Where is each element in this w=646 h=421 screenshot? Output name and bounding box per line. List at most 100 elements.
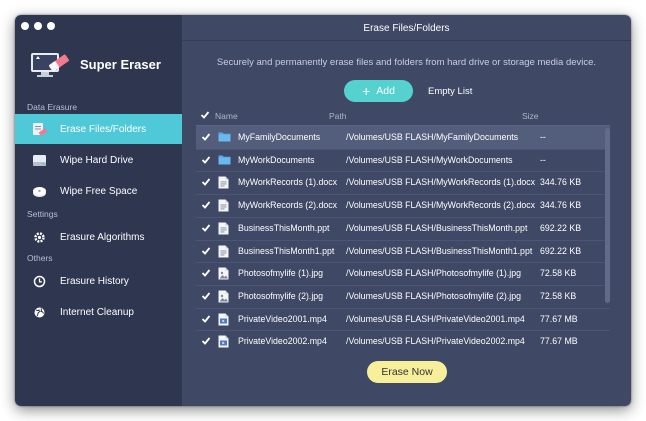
row-checkbox[interactable] xyxy=(201,336,211,346)
add-button[interactable]: + Add xyxy=(344,80,413,102)
window-controls xyxy=(21,22,55,30)
section-label-others: Others xyxy=(27,253,53,263)
file-path: /Volumes/USB FLASH/MyFamilyDocuments xyxy=(346,132,519,142)
row-checkbox[interactable] xyxy=(201,200,211,210)
sidebar-item-internet-cleanup[interactable]: Internet Cleanup xyxy=(15,297,182,327)
row-checkbox[interactable] xyxy=(201,246,211,256)
row-checkbox[interactable] xyxy=(201,223,211,233)
file-size: -- xyxy=(540,154,546,165)
super-eraser-logo-icon xyxy=(31,53,69,77)
row-divider xyxy=(196,148,610,150)
column-header-name[interactable]: Name xyxy=(215,111,238,121)
table-row[interactable]: MyWorkRecords (1).docx/Volumes/USB FLASH… xyxy=(196,171,610,194)
sidebar: Super Eraser Data Erasure Erase Files/Fo… xyxy=(15,15,182,406)
select-all-checkbox[interactable] xyxy=(200,110,210,122)
row-checkbox[interactable] xyxy=(201,291,211,301)
table-row[interactable]: BusinessThisMonth.ppt/Volumes/USB FLASH/… xyxy=(196,217,610,240)
main-panel: Erase Files/Folders Securely and permane… xyxy=(182,15,631,406)
erase-now-button[interactable]: Erase Now xyxy=(367,361,447,383)
row-divider xyxy=(196,307,610,309)
file-path: /Volumes/USB FLASH/MyWorkDocuments xyxy=(346,154,513,165)
file-table-header: Name Path Size xyxy=(200,111,610,125)
row-checkbox[interactable] xyxy=(201,155,211,165)
document-icon xyxy=(218,199,231,212)
sidebar-item-label: Wipe Hard Drive xyxy=(60,154,134,166)
table-row[interactable]: MyWorkRecords (2).docx/Volumes/USB FLASH… xyxy=(196,194,610,217)
table-row[interactable]: Photosofmylife (2).jpg/Volumes/USB FLASH… xyxy=(196,285,610,308)
file-name: MyWorkRecords (2).docx xyxy=(238,200,338,211)
document-icon xyxy=(218,245,231,258)
file-size: 692.22 KB xyxy=(540,222,582,233)
video-file-icon xyxy=(218,313,231,326)
file-name: PrivateVideo2001.mp4 xyxy=(238,313,327,324)
file-path: /Volumes/USB FLASH/BusinessThisMonth1.pp… xyxy=(346,245,533,256)
row-divider xyxy=(196,284,610,286)
sidebar-item-erasure-history[interactable]: Erasure History xyxy=(15,266,182,296)
row-checkbox[interactable] xyxy=(201,132,211,142)
section-label-data-erasure: Data Erasure xyxy=(27,102,78,112)
file-size: 692.22 KB xyxy=(540,245,582,256)
file-path: /Volumes/USB FLASH/BusinessThisMonth.ppt xyxy=(346,222,528,233)
table-row[interactable]: PrivateVideo2001.mp4/Volumes/USB FLASH/P… xyxy=(196,308,610,331)
file-path: /Volumes/USB FLASH/MyWorkRecords (1).doc… xyxy=(346,177,536,188)
row-checkbox[interactable] xyxy=(201,177,211,187)
gear-icon xyxy=(31,229,47,245)
sidebar-item-label: Erase Files/Folders xyxy=(60,123,147,135)
row-divider xyxy=(196,239,610,241)
page-subtitle: Securely and permanently erase files and… xyxy=(216,57,597,68)
file-name: Photosofmylife (2).jpg xyxy=(238,290,324,301)
file-size: 72.58 KB xyxy=(540,290,577,301)
row-divider xyxy=(196,194,610,196)
close-window-button[interactable] xyxy=(21,22,29,30)
file-size: 77.67 MB xyxy=(540,336,578,347)
app-name: Super Eraser xyxy=(80,56,161,72)
file-path: /Volumes/USB FLASH/Photosofmylife (2).jp… xyxy=(346,290,522,301)
file-size: 72.58 KB xyxy=(540,268,577,279)
table-row[interactable]: PrivateVideo2002.mp4/Volumes/USB FLASH/P… xyxy=(196,330,610,353)
file-size: 77.67 MB xyxy=(540,313,578,324)
file-name: PrivateVideo2002.mp4 xyxy=(238,336,327,347)
globe-icon xyxy=(31,304,47,320)
folder-icon xyxy=(218,131,231,144)
add-button-label: Add xyxy=(376,85,395,97)
sidebar-item-wipe-hard-drive[interactable]: Wipe Hard Drive xyxy=(15,145,182,175)
page-title: Erase Files/Folders xyxy=(363,23,450,34)
row-checkbox[interactable] xyxy=(201,268,211,278)
row-checkbox[interactable] xyxy=(201,314,211,324)
hard-drive-icon xyxy=(31,152,47,168)
plus-icon: + xyxy=(362,83,371,99)
file-size: 344.76 KB xyxy=(540,177,582,188)
column-header-size[interactable]: Size xyxy=(522,111,539,121)
minimize-window-button[interactable] xyxy=(34,22,42,30)
sidebar-item-label: Internet Cleanup xyxy=(60,306,134,318)
file-path: /Volumes/USB FLASH/PrivateVideo2002.mp4 xyxy=(346,336,525,347)
document-icon xyxy=(218,176,231,189)
zoom-window-button[interactable] xyxy=(47,22,55,30)
free-space-icon xyxy=(31,183,47,199)
sidebar-item-label: Erasure History xyxy=(60,275,129,287)
image-file-icon xyxy=(218,290,231,303)
file-path: /Volumes/USB FLASH/PrivateVideo2001.mp4 xyxy=(346,313,525,324)
section-label-settings: Settings xyxy=(27,209,58,219)
erase-files-icon xyxy=(31,121,47,137)
file-size: -- xyxy=(540,132,546,142)
table-row[interactable]: BusinessThisMonth1.ppt/Volumes/USB FLASH… xyxy=(196,240,610,263)
empty-list-button[interactable]: Empty List xyxy=(428,86,472,97)
file-list-scrollbar[interactable] xyxy=(605,128,610,303)
file-name: MyFamilyDocuments xyxy=(238,132,321,142)
file-name: MyWorkRecords (1).docx xyxy=(238,177,338,188)
row-divider xyxy=(196,330,610,332)
document-icon xyxy=(218,222,231,235)
row-divider xyxy=(196,216,610,218)
table-row[interactable]: Photosofmylife (1).jpg/Volumes/USB FLASH… xyxy=(196,262,610,285)
sidebar-item-erase-files[interactable]: Erase Files/Folders xyxy=(15,114,182,144)
sidebar-item-erasure-algorithms[interactable]: Erasure Algorithms xyxy=(15,222,182,252)
file-name: BusinessThisMonth.ppt xyxy=(238,222,330,233)
file-name: BusinessThisMonth1.ppt xyxy=(238,245,335,256)
table-row[interactable]: MyWorkDocuments/Volumes/USB FLASH/MyWork… xyxy=(196,149,610,172)
image-file-icon xyxy=(218,267,231,280)
column-header-path[interactable]: Path xyxy=(329,111,347,121)
sidebar-item-wipe-free-space[interactable]: Wipe Free Space xyxy=(15,176,182,206)
file-path: /Volumes/USB FLASH/Photosofmylife (1).jp… xyxy=(346,268,522,279)
table-row[interactable]: MyFamilyDocuments/Volumes/USB FLASH/MyFa… xyxy=(196,126,610,149)
